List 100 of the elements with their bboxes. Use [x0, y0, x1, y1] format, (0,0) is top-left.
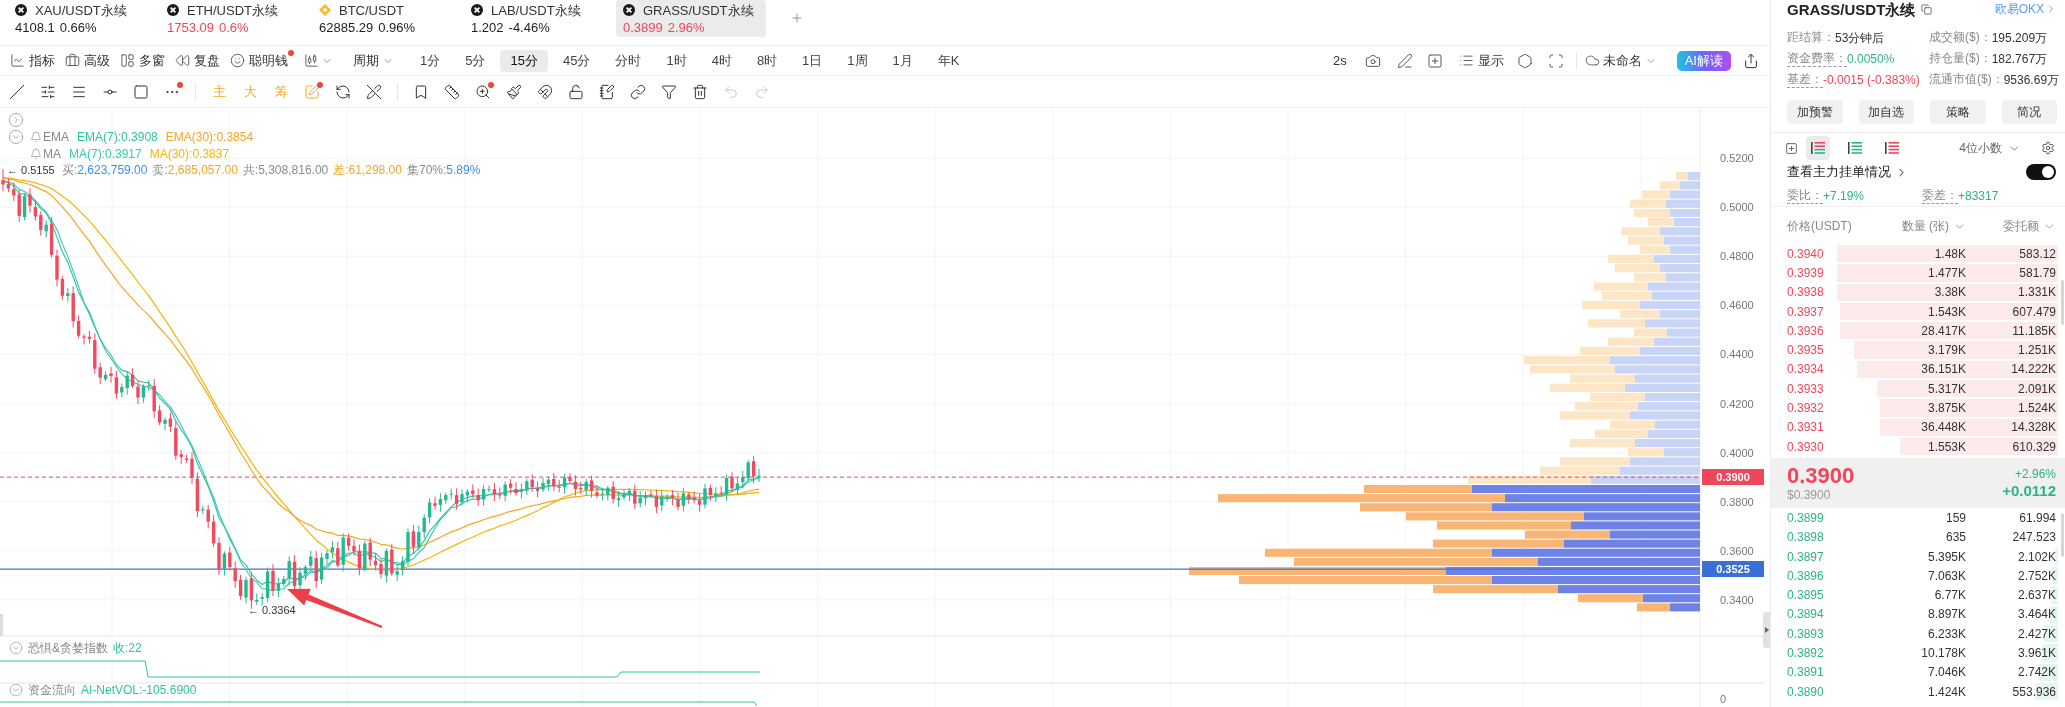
diagonal-line-icon[interactable]	[9, 83, 25, 100]
stat-value: -0.0015 (-0.383%)	[1823, 73, 1920, 88]
link-icon[interactable]	[630, 83, 646, 100]
toggle-switch[interactable]	[2026, 164, 2056, 180]
interval-tab[interactable]: 1日	[792, 49, 833, 72]
main-orders-link[interactable]: 查看主力挂单情况	[1787, 162, 1908, 182]
camera-icon[interactable]	[1364, 52, 1381, 69]
bid-row[interactable]: 0.3894 8.897K 3.464K	[1775, 604, 2058, 625]
interval-tab[interactable]: 15分	[500, 49, 548, 72]
interval-tab[interactable]: 分时	[605, 49, 652, 72]
bid-row[interactable]: 0.3890 1.424K 553.936	[1775, 681, 2058, 702]
bid-row[interactable]: 0.3892 10.178K 3.961K	[1775, 643, 2058, 663]
price-change: 2.96%	[667, 21, 705, 34]
symbol-tab[interactable]: XAU/USDT永续 4108.1 0.66%	[8, 0, 158, 37]
toolbar-menu-button[interactable]: 多窗	[120, 45, 171, 76]
symbol-tab[interactable]: ETH/USDT永续 1753.09 0.6%	[160, 0, 310, 37]
ask-row[interactable]: 0.3931 36.448K 14.328K	[1775, 417, 2058, 437]
square-plus-icon[interactable]	[1426, 52, 1443, 69]
bid-quantity: 10.178K	[1920, 647, 1966, 659]
zoom-in-icon[interactable]	[475, 83, 491, 100]
ask-row[interactable]: 0.3938 3.38K 1.331K	[1775, 282, 2058, 302]
bid-row[interactable]: 0.3899 159 61.994	[1775, 508, 2058, 528]
display-button[interactable]: 显示	[1458, 50, 1504, 71]
ruler-icon[interactable]	[444, 83, 460, 100]
pen-off-icon[interactable]	[366, 83, 382, 100]
interval-tab[interactable]: 8时	[746, 49, 788, 72]
notebook-pen-icon[interactable]	[599, 83, 615, 100]
unlock-icon[interactable]	[568, 83, 584, 100]
ask-amount: 581.79	[2018, 266, 2056, 279]
side-handle[interactable]	[0, 614, 3, 636]
symbol-tab[interactable]: LAB/USDT永续 1.202 -4.46%	[464, 0, 614, 37]
layout-dropdown[interactable]: 未命名	[1584, 50, 1657, 71]
book-view-button[interactable]	[1806, 136, 1830, 160]
toolbar-menu-button[interactable]: 指标	[10, 45, 61, 76]
interval-tab[interactable]: 年K	[927, 49, 970, 72]
bid-row[interactable]: 0.3896 7.063K 2.752K	[1775, 566, 2058, 586]
interval-tab[interactable]: 5分	[455, 49, 496, 72]
precision-dropdown[interactable]: 4位小数	[1959, 139, 2021, 157]
ask-row[interactable]: 0.3930 1.553K 610.329	[1775, 436, 2058, 457]
ratio-label: 委比：	[1787, 189, 1823, 204]
brush-icon[interactable]	[506, 83, 522, 100]
period-dropdown[interactable]: 周期	[353, 50, 394, 71]
hexagon-icon[interactable]	[1516, 52, 1533, 69]
symbol-name: BTC/USDT	[339, 3, 404, 17]
interval-tab[interactable]: 4时	[701, 49, 742, 72]
bid-quantity: 1.424K	[1926, 685, 1966, 698]
column-header[interactable]: 数量 (张)	[1867, 217, 1966, 235]
indicator-value: MA(30):0.3837	[149, 147, 230, 160]
column-header[interactable]: 委托额	[1966, 217, 2056, 235]
refresh-icon[interactable]	[335, 83, 351, 100]
scrollbar-thumb[interactable]	[2061, 280, 2064, 325]
settings-icon[interactable]	[2041, 141, 2055, 155]
toolbar-menu-button[interactable]: 聪明钱	[230, 45, 294, 76]
toolbar-menu-button[interactable]: 高级	[65, 45, 116, 76]
interval-tab[interactable]: 1月	[882, 49, 923, 72]
rectangle-icon[interactable]	[133, 83, 149, 100]
symbol-tab[interactable]: GRASS/USDT永续 0.3899 2.96%	[616, 0, 766, 37]
ask-row[interactable]: 0.3937 1.543K 607.479	[1775, 301, 2058, 322]
ask-row[interactable]: 0.3932 3.875K 1.524K	[1775, 398, 2058, 418]
scrollbar-thumb[interactable]	[2061, 513, 2064, 557]
ask-row[interactable]: 0.3933 5.317K 2.091K	[1775, 379, 2058, 399]
ratio-value: +7.19%	[1823, 189, 1865, 204]
interval-tab[interactable]: 45分	[552, 49, 601, 72]
interval-tab[interactable]: 1分	[410, 49, 451, 72]
interval-tab[interactable]: 1时	[656, 49, 697, 72]
ask-row[interactable]: 0.3940 1.48K 583.12	[1775, 244, 2058, 264]
bid-row[interactable]: 0.3893 6.233K 2.427K	[1775, 624, 2058, 644]
ai-button[interactable]: AI解读	[1676, 50, 1731, 71]
trash-icon[interactable]	[692, 83, 708, 100]
ask-row[interactable]: 0.3934 36.151K 14.222K	[1775, 359, 2058, 380]
action-button[interactable]: 策略	[1930, 100, 1986, 124]
bid-row[interactable]: 0.3897 5.395K 2.102K	[1775, 546, 2058, 567]
share-icon[interactable]	[1743, 52, 1759, 69]
symbol-tab[interactable]: BTC/USDT 62885.29 0.96%	[312, 0, 462, 37]
flow-text: 买:	[62, 163, 78, 177]
refresh-interval-button[interactable]: 2s	[1332, 50, 1347, 71]
bookmark-icon[interactable]	[413, 83, 429, 100]
sliders-icon[interactable]	[40, 83, 56, 100]
collapse-handle[interactable]	[1763, 612, 1770, 648]
magnet-icon[interactable]	[537, 83, 553, 100]
add-square-icon[interactable]	[1785, 141, 1798, 155]
bid-row[interactable]: 0.3895 6.77K 2.637K	[1775, 585, 2058, 605]
chart-type-button[interactable]	[304, 53, 333, 68]
square-pen-icon[interactable]	[304, 83, 320, 100]
last-price: 1753.09	[167, 21, 214, 34]
interval-tab[interactable]: 1周	[837, 49, 878, 72]
toolbar-menu-button[interactable]: 复盘	[175, 45, 226, 76]
cross-circle-icon	[623, 4, 635, 16]
symbol-name: ETH/USDT永续	[187, 3, 278, 17]
ask-row[interactable]: 0.3936 28.417K 11.185K	[1775, 321, 2058, 341]
bid-row[interactable]: 0.3898 635 247.523	[1775, 527, 2058, 547]
action-button[interactable]: 加自选	[1858, 100, 1914, 124]
filter-icon[interactable]	[661, 83, 677, 100]
ask-row[interactable]: 0.3939 1.477K 581.79	[1775, 263, 2058, 283]
copy-icon[interactable]	[1921, 3, 1933, 15]
action-button[interactable]: 加预警	[1787, 100, 1843, 124]
pen-icon[interactable]	[1396, 52, 1413, 69]
bid-row[interactable]: 0.3891 7.046K 2.742K	[1775, 662, 2058, 682]
ask-row[interactable]: 0.3935 3.179K 1.251K	[1775, 340, 2058, 360]
action-button[interactable]: 简况	[2001, 100, 2057, 124]
